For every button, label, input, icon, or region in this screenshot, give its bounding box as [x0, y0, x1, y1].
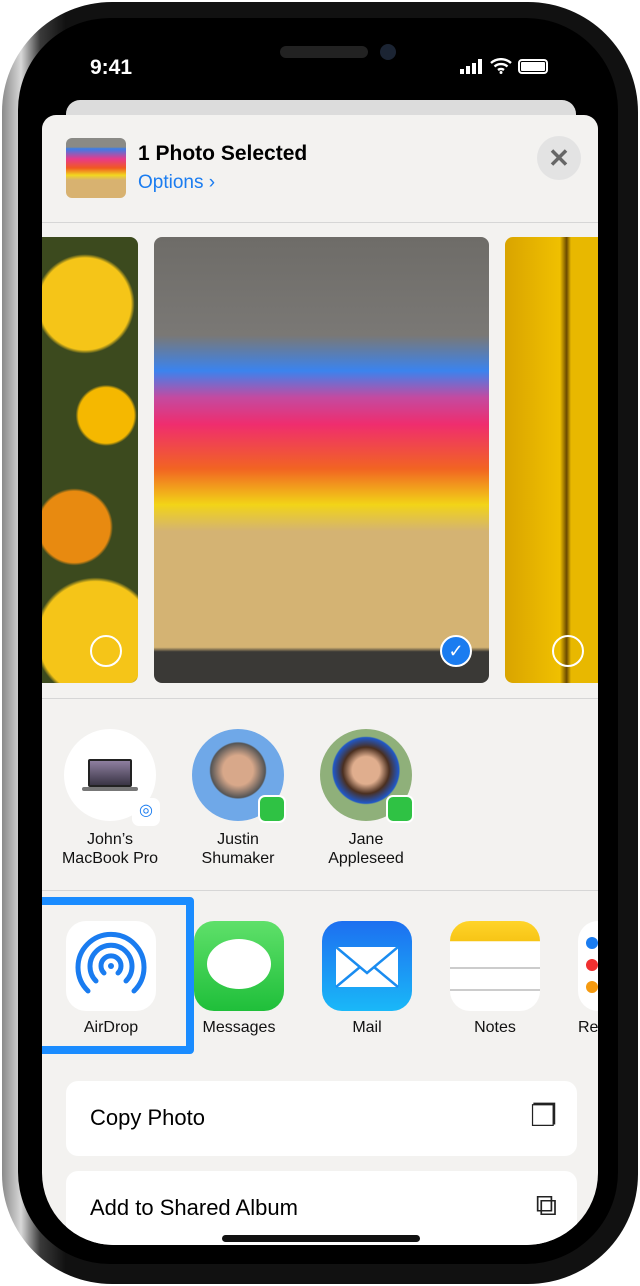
share-sheet: 1 Photo Selected Options › ✕ ✓ ◎ John’s M… — [42, 115, 598, 1245]
chevron-right-icon: › — [208, 172, 216, 193]
photo-rainbow[interactable] — [154, 237, 489, 683]
messages-icon — [386, 795, 414, 823]
name-line: Appleseed — [328, 850, 404, 867]
app-label: Mail — [352, 1019, 382, 1036]
messages-icon — [258, 795, 286, 823]
photo-flowers[interactable] — [42, 237, 138, 683]
person-label: Justin Shumaker — [174, 830, 302, 868]
reminder-dot — [586, 959, 598, 971]
app-label: Messages — [202, 1019, 276, 1036]
checkmark-icon: ✓ — [448, 641, 464, 661]
sheet-title: 1 Photo Selected — [138, 142, 308, 165]
close-button[interactable]: ✕ — [537, 136, 581, 180]
app-label: Notes — [474, 1019, 516, 1036]
screen: 9:41 1 Photo Selected Options › ✕ ✓ ◎ Jo… — [42, 40, 598, 1245]
shared-album-icon: ⧉ — [535, 1189, 557, 1222]
notes-app-icon[interactable] — [450, 921, 540, 1011]
messages-app-icon[interactable] — [194, 921, 284, 1011]
status-time: 9:41 — [90, 56, 133, 79]
photo-select-circle[interactable] — [90, 635, 122, 667]
options-link[interactable]: Options › — [138, 172, 215, 194]
name-line: John’s — [87, 831, 133, 848]
envelope-icon — [335, 946, 399, 988]
name-line: Justin — [217, 831, 259, 848]
person-label: Jane Appleseed — [302, 830, 430, 868]
camera — [380, 44, 396, 60]
options-label: Options — [138, 172, 204, 193]
name-line: Shumaker — [201, 850, 275, 867]
person-label: John’s MacBook Pro — [46, 830, 174, 868]
divider — [42, 698, 598, 699]
divider — [42, 890, 598, 891]
status-icons — [460, 58, 548, 74]
name-line: Jane — [348, 831, 384, 848]
cellular-signal-icon — [460, 58, 482, 74]
notes-line — [450, 967, 540, 969]
action-label: Copy Photo — [90, 1105, 205, 1130]
home-indicator[interactable] — [222, 1235, 420, 1242]
selected-photo-thumbnail — [66, 138, 126, 198]
macbook-icon — [88, 759, 132, 787]
photo-selected-checkmark[interactable]: ✓ — [440, 635, 472, 667]
app-label: Re — [578, 1019, 598, 1036]
speech-bubble-icon — [207, 939, 271, 989]
add-to-shared-album-action[interactable]: Add to Shared Album ⧉ — [66, 1171, 577, 1245]
reminder-dot — [586, 937, 598, 949]
macbook-base — [82, 787, 138, 791]
airdrop-icon: ◎ — [132, 798, 160, 826]
action-label: Add to Shared Album — [90, 1195, 298, 1220]
divider — [42, 222, 598, 223]
wifi-icon — [490, 58, 512, 74]
battery-icon — [518, 58, 548, 74]
close-icon: ✕ — [548, 143, 570, 173]
speaker — [280, 46, 368, 58]
reminders-app-icon[interactable] — [578, 921, 598, 1011]
reminder-dot — [586, 981, 598, 993]
notes-line — [450, 989, 540, 991]
photo-select-circle[interactable] — [552, 635, 584, 667]
copy-icon: ❐ — [530, 1100, 557, 1133]
mail-app-icon[interactable] — [322, 921, 412, 1011]
copy-photo-action[interactable]: Copy Photo ❐ — [66, 1081, 577, 1156]
photo-yellow[interactable] — [505, 237, 598, 683]
name-line: MacBook Pro — [61, 850, 159, 867]
airdrop-highlight-box — [42, 897, 194, 1054]
